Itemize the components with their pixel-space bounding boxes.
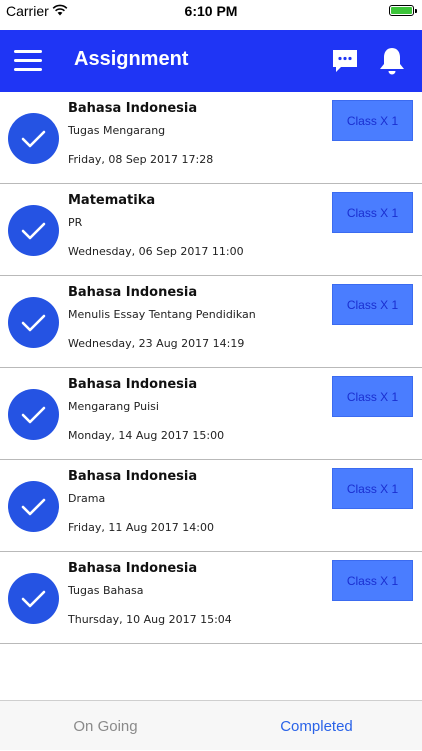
assignment-item[interactable]: Bahasa Indonesia Mengarang Puisi Monday,… [0, 368, 422, 460]
assignment-item[interactable]: Bahasa Indonesia Menulis Essay Tentang P… [0, 276, 422, 368]
status-bar: Carrier 6:10 PM [0, 0, 422, 22]
assignment-subject: Bahasa Indonesia [68, 469, 198, 484]
check-circle-icon [8, 297, 59, 348]
assignment-item[interactable]: Matematika PR Wednesday, 06 Sep 2017 11:… [0, 184, 422, 276]
assignment-subject: Matematika [68, 193, 156, 208]
class-button[interactable]: Class X 1 [332, 468, 413, 509]
class-button[interactable]: Class X 1 [332, 100, 413, 141]
chat-icon[interactable] [332, 48, 358, 74]
assignment-description: Menulis Essay Tentang Pendidikan [68, 308, 256, 321]
assignment-description: Drama [68, 492, 106, 505]
class-button[interactable]: Class X 1 [332, 560, 413, 601]
class-button[interactable]: Class X 1 [332, 284, 413, 325]
app-header: Assignment [0, 30, 422, 92]
bell-icon[interactable] [378, 46, 406, 76]
assignment-date: Wednesday, 06 Sep 2017 11:00 [68, 245, 244, 258]
assignment-subject: Bahasa Indonesia [68, 285, 198, 300]
assignment-item[interactable]: Bahasa Indonesia Tugas Mengarang Friday,… [0, 92, 422, 184]
check-circle-icon [8, 481, 59, 532]
check-circle-icon [8, 113, 59, 164]
check-circle-icon [8, 205, 59, 256]
assignment-date: Wednesday, 23 Aug 2017 14:19 [68, 337, 245, 350]
page-title: Assignment [74, 48, 189, 70]
status-time: 6:10 PM [184, 3, 238, 19]
assignment-description: Tugas Bahasa [68, 584, 144, 597]
assignment-subject: Bahasa Indonesia [68, 561, 198, 576]
class-button[interactable]: Class X 1 [332, 192, 413, 233]
assignment-item[interactable]: Bahasa Indonesia Tugas Bahasa Thursday, … [0, 552, 422, 644]
assignment-date: Monday, 14 Aug 2017 15:00 [68, 429, 225, 442]
assignment-description: Mengarang Puisi [68, 400, 159, 413]
assignment-description: Tugas Mengarang [68, 124, 166, 137]
assignment-description: PR [68, 216, 83, 229]
bottom-tab-bar: On Going Completed [0, 700, 422, 750]
menu-icon[interactable] [14, 48, 42, 72]
assignment-date: Friday, 11 Aug 2017 14:00 [68, 521, 214, 534]
check-circle-icon [8, 573, 59, 624]
assignment-item[interactable]: Bahasa Indonesia Drama Friday, 11 Aug 20… [0, 460, 422, 552]
assignment-date: Thursday, 10 Aug 2017 15:04 [68, 613, 232, 626]
class-button[interactable]: Class X 1 [332, 376, 413, 417]
assignment-date: Friday, 08 Sep 2017 17:28 [68, 153, 214, 166]
check-circle-icon [8, 389, 59, 440]
tab-on-going[interactable]: On Going [0, 701, 211, 751]
assignment-list: Bahasa Indonesia Tugas Mengarang Friday,… [0, 92, 422, 644]
assignment-subject: Bahasa Indonesia [68, 101, 198, 116]
assignment-subject: Bahasa Indonesia [68, 377, 198, 392]
tab-completed[interactable]: Completed [211, 701, 422, 751]
battery-icon [389, 5, 417, 16]
